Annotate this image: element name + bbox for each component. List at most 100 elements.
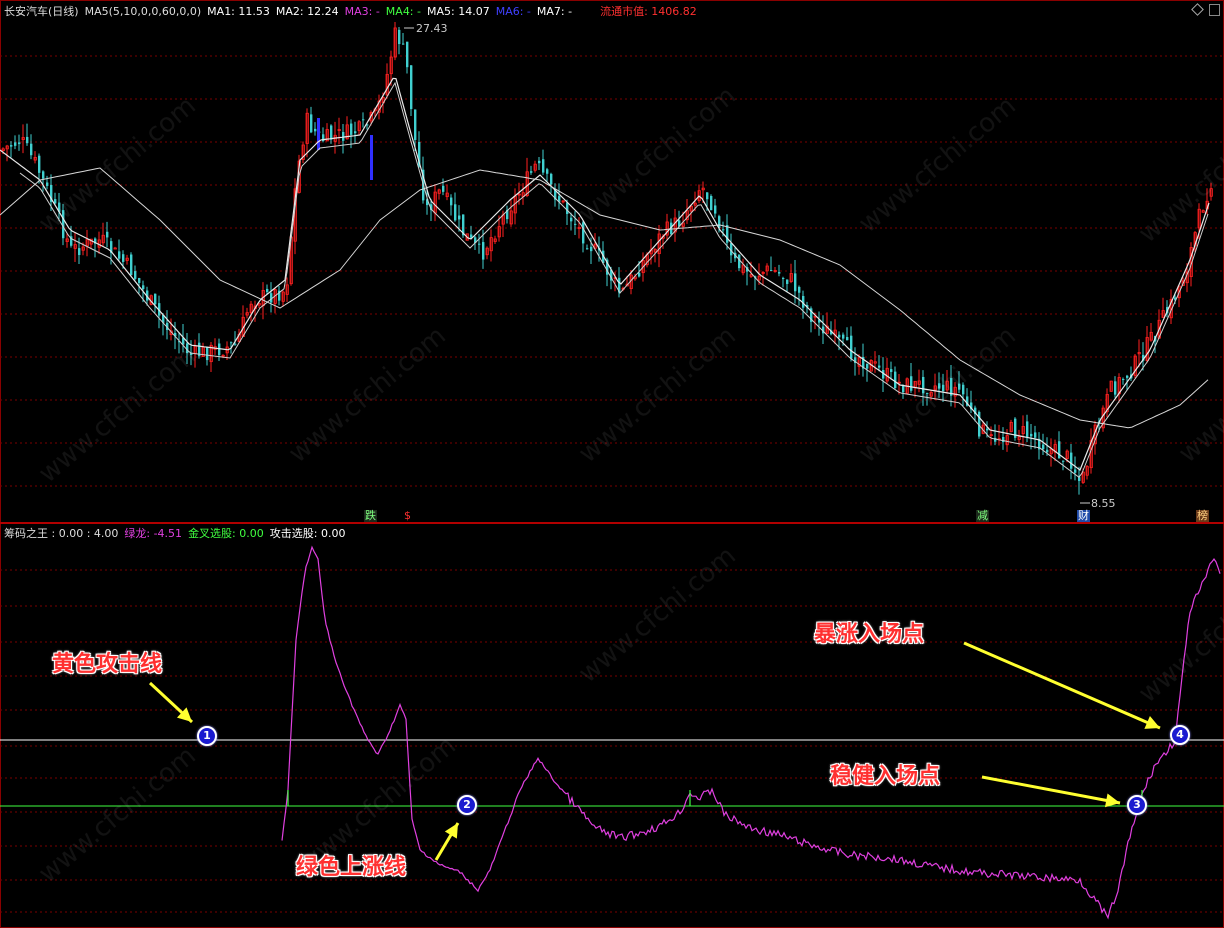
candle-body <box>1058 441 1061 459</box>
candle-body <box>478 243 481 245</box>
indicator-title[interactable]: 筹码之王 <box>4 527 48 540</box>
candle-body <box>30 143 33 156</box>
candle-body <box>794 273 797 292</box>
annotation-steady-entry: 稳健入场点 <box>830 764 941 789</box>
candle-body <box>1042 444 1045 450</box>
point-1-marker: 1 <box>197 726 217 746</box>
candle-body <box>638 272 641 277</box>
candle-body <box>362 119 365 121</box>
candle-body <box>770 270 773 272</box>
candle-body <box>154 293 157 305</box>
candle-body <box>546 169 549 174</box>
ma4-value: MA4: - <box>385 5 421 18</box>
candle-body <box>410 65 413 110</box>
candle-body <box>402 43 405 45</box>
candle-body <box>570 217 573 222</box>
candle-body <box>1074 469 1077 473</box>
candle-body <box>910 376 913 391</box>
golden-cross-value: 金叉选股: 0.00 <box>188 527 264 540</box>
candle-body <box>590 246 593 252</box>
candle-body <box>234 343 237 345</box>
candle-body <box>266 288 269 292</box>
ma6-value: MA6: - <box>495 5 531 18</box>
candle-body <box>850 335 853 359</box>
candle-body <box>842 334 845 339</box>
ma-params[interactable]: MA5(5,10,0,0,60,0,0) <box>85 5 202 18</box>
candle-body <box>330 125 333 140</box>
candle-body <box>586 248 589 250</box>
candle-body <box>1034 432 1037 438</box>
event-marker-rank[interactable]: 榜 <box>1196 510 1209 522</box>
candle-body <box>838 334 841 338</box>
candle-body <box>350 123 353 135</box>
candle-body <box>1122 379 1125 381</box>
candle-body <box>894 371 897 389</box>
scroll-icon[interactable] <box>1209 4 1220 16</box>
candle-body <box>574 223 577 225</box>
candle-body <box>786 279 789 284</box>
candle-body <box>714 205 717 214</box>
candle-body <box>26 136 29 144</box>
arrow-to-point-3 <box>981 775 1121 805</box>
point-4-marker: 4 <box>1170 725 1190 745</box>
candle-body <box>1046 449 1049 453</box>
indicator-header: 筹码之王 : 0.00 : 4.00 绿龙: -4.51 金叉选股: 0.00 攻击选… <box>4 527 351 541</box>
candle-body <box>846 337 849 341</box>
event-marker-dollar[interactable]: $ <box>403 510 412 522</box>
ma5-value: MA5: 14.07 <box>426 5 490 18</box>
candle-body <box>122 254 125 262</box>
event-marker-finance[interactable]: 财 <box>1077 510 1090 522</box>
candle-body <box>206 347 209 361</box>
indicator-panel-frame <box>0 523 1224 928</box>
candle-body <box>10 145 13 147</box>
candle-body <box>530 171 533 173</box>
candle-body <box>1062 460 1065 462</box>
ma3-value: MA3: - <box>344 5 380 18</box>
candle-body <box>778 272 781 274</box>
candle-body <box>310 114 313 133</box>
candle-body <box>1070 452 1073 469</box>
candle-body <box>354 131 357 134</box>
candle-body <box>134 271 137 279</box>
market-cap: 流通市值: 1406.82 <box>600 5 697 18</box>
annotation-surge-entry: 暴涨入场点 <box>814 622 925 647</box>
candle-body <box>798 286 801 293</box>
candle-body-blue <box>317 118 320 150</box>
candle-body <box>866 363 869 369</box>
indicator-curve <box>281 545 1221 920</box>
candle-body <box>782 277 785 279</box>
candle-body <box>42 171 45 179</box>
candle-body <box>442 185 445 192</box>
high-price-label: 27.43 <box>416 22 448 35</box>
candle-body <box>314 128 317 132</box>
candle-body <box>38 155 41 173</box>
candle-body <box>118 251 121 259</box>
candle-body <box>738 254 741 269</box>
candle-body <box>342 132 345 141</box>
event-marker-reduce[interactable]: 减 <box>976 510 989 522</box>
annotation-yellow-line: 黄色攻击线 <box>52 652 163 677</box>
arrow-to-point-4 <box>963 641 1161 730</box>
candle-body <box>1026 421 1029 437</box>
green-dragon-value: 绿龙: -4.51 <box>124 527 183 540</box>
candle-body <box>450 197 453 206</box>
candle-body <box>78 248 81 256</box>
event-marker-fall[interactable]: 跌 <box>364 510 377 522</box>
chart-canvas[interactable] <box>0 0 1224 928</box>
candle-body <box>138 278 141 283</box>
candle-body <box>706 192 709 200</box>
candle-body <box>726 225 729 243</box>
candle-body <box>482 242 485 260</box>
stock-title[interactable]: 长安汽车(日线) <box>4 5 79 18</box>
candle-body <box>414 109 417 140</box>
candle-body <box>986 428 989 431</box>
candle-body <box>230 342 233 344</box>
candle-body <box>890 369 893 372</box>
candle-body <box>1030 433 1033 437</box>
point-3-marker: 3 <box>1127 795 1147 815</box>
candle-body <box>1126 375 1129 378</box>
candle-body <box>1114 381 1117 395</box>
candle-body <box>542 159 545 173</box>
ma7-value: MA7: - <box>536 5 573 18</box>
attack-value: 攻击选股: 0.00 <box>269 527 346 540</box>
